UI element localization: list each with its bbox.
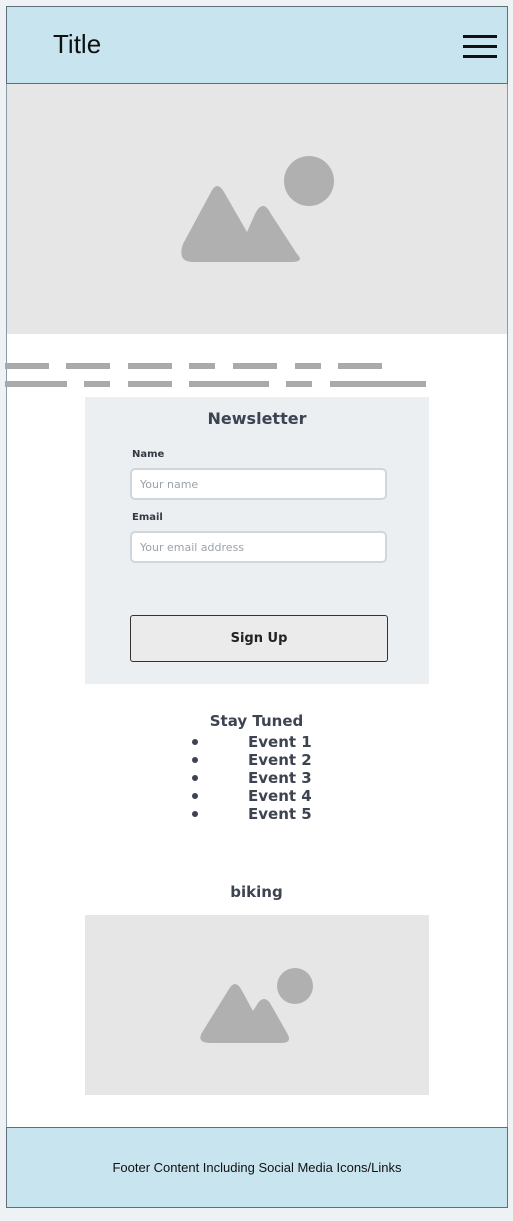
email-label: Email [132, 512, 163, 523]
list-item: Event 2 [188, 751, 348, 769]
event-label: Event 2 [248, 751, 312, 769]
email-input[interactable] [130, 531, 387, 563]
image-placeholder-icon [200, 968, 313, 1043]
text-placeholder-dashes [5, 363, 426, 387]
sign-up-button[interactable]: Sign Up [130, 615, 388, 662]
newsletter-form: Newsletter Name Email Sign Up [85, 397, 429, 684]
bullet-icon [192, 811, 198, 817]
bullet-icon [192, 775, 198, 781]
events-heading: Stay Tuned [209, 712, 304, 730]
event-label: Event 3 [248, 769, 312, 787]
bullet-icon [192, 757, 198, 763]
events-list: Event 1 Event 2 Event 3 Event 4 Event 5 [188, 733, 348, 823]
footer-text: Footer Content Including Social Media Ic… [112, 1160, 402, 1175]
event-label: Event 1 [248, 733, 312, 751]
biking-image-placeholder [85, 915, 429, 1095]
name-label: Name [132, 449, 165, 460]
biking-heading: biking [230, 883, 283, 901]
site-footer: Footer Content Including Social Media Ic… [6, 1127, 508, 1208]
newsletter-title: Newsletter [207, 409, 307, 428]
page-title: Title [53, 29, 102, 59]
hamburger-menu-icon[interactable] [463, 33, 497, 61]
name-input[interactable] [130, 468, 387, 500]
event-label: Event 4 [248, 787, 312, 805]
image-placeholder-icon [181, 156, 334, 262]
site-header: Title [6, 6, 508, 84]
event-label: Event 5 [248, 805, 312, 823]
bullet-icon [192, 793, 198, 799]
list-item: Event 3 [188, 769, 348, 787]
bullet-icon [192, 739, 198, 745]
list-item: Event 5 [188, 805, 348, 823]
hero-image-placeholder [7, 84, 507, 334]
list-item: Event 4 [188, 787, 348, 805]
list-item: Event 1 [188, 733, 348, 751]
